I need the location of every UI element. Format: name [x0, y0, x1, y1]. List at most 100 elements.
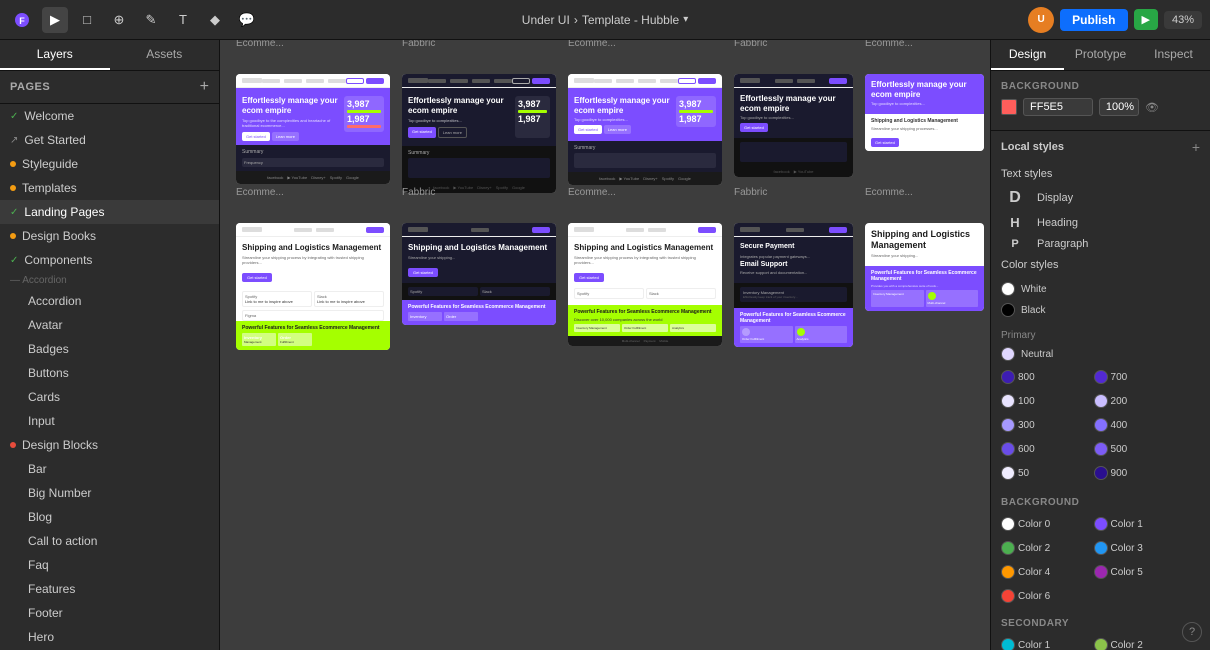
present-button[interactable]: ▶	[1134, 9, 1158, 30]
color-row-600[interactable]: 600	[1001, 440, 1091, 458]
sidebar-item-welcome[interactable]: ✓Welcome	[0, 104, 219, 128]
frame-card-9[interactable]: Secure Payment Integrates popular paymen…	[734, 223, 853, 346]
color-name-500: 500	[1111, 444, 1128, 455]
text-tool[interactable]: T	[170, 7, 196, 33]
sidebar-item-badges[interactable]: Badges	[0, 337, 219, 361]
sidebar-item-hero[interactable]: Hero	[0, 625, 219, 649]
color-row-700[interactable]: 700	[1094, 368, 1184, 386]
sidebar-item-cta[interactable]: Call to action	[0, 529, 219, 553]
dot-icon	[10, 442, 16, 448]
frame-label-9: Fabbric	[734, 187, 767, 198]
topbar-right: U Publish ▶ 43%	[696, 7, 1202, 33]
color-row-bg-4[interactable]: Color 4	[1001, 563, 1091, 581]
pages-list: ✓Welcome ↗Get Started Styleguide Templat…	[0, 104, 219, 650]
color-swatch-600	[1001, 442, 1015, 456]
visibility-icon[interactable]: 👁	[1145, 101, 1159, 114]
color-row-50[interactable]: 50	[1001, 464, 1091, 482]
sidebar-item-get-started[interactable]: ↗Get Started	[0, 128, 219, 152]
shape-tool[interactable]: ◆	[202, 7, 228, 33]
sidebar-item-cards[interactable]: Cards	[0, 385, 219, 409]
sidebar-item-landing-pages[interactable]: ✓Landing Pages	[0, 200, 219, 224]
sidebar-item-styleguide[interactable]: Styleguide	[0, 152, 219, 176]
chevron-down-icon[interactable]: ▾	[683, 14, 688, 25]
color-row-100[interactable]: 100	[1001, 392, 1091, 410]
color-row-300[interactable]: 300	[1001, 416, 1091, 434]
color-row-sec-2[interactable]: Color 2	[1094, 636, 1184, 650]
tab-layers[interactable]: Layers	[0, 40, 110, 70]
color-row-sec-1[interactable]: Color 1	[1001, 636, 1091, 650]
sidebar-item-big-number[interactable]: Big Number	[0, 481, 219, 505]
frame-card-10[interactable]: Shipping and Logistics Management Stream…	[865, 223, 984, 311]
add-page-button[interactable]: +	[200, 79, 209, 95]
pages-header: Pages +	[0, 71, 219, 104]
sidebar-item-features[interactable]: Features	[0, 577, 219, 601]
color-group-secondary: Color 1 Color 2 Color 3 Color 4	[991, 632, 1210, 650]
sidebar-item-design-books[interactable]: Design Books	[0, 224, 219, 248]
background-opacity-input[interactable]	[1099, 98, 1139, 116]
app-name[interactable]: Under UI	[522, 13, 570, 27]
background-color-swatch[interactable]	[1001, 99, 1017, 115]
sidebar-item-buttons[interactable]: Buttons	[0, 361, 219, 385]
tab-inspect[interactable]: Inspect	[1137, 40, 1210, 70]
color-row-bg-1[interactable]: Color 1	[1094, 515, 1184, 533]
template-name[interactable]: Template - Hubble	[582, 13, 679, 27]
color-row-bg-5[interactable]: Color 5	[1094, 563, 1184, 581]
sidebar-item-footer[interactable]: Footer	[0, 601, 219, 625]
help-icon[interactable]: ?	[1182, 622, 1202, 642]
sidebar-item-accordion[interactable]: Accordion	[0, 289, 219, 313]
frame-wrapper-4: Fabbric Effortlessly manage your ecom em…	[734, 56, 853, 193]
color-row-bg-6[interactable]: Color 6	[1001, 587, 1091, 605]
color-row-200[interactable]: 200	[1094, 392, 1184, 410]
color-styles-title: Color styles	[1001, 259, 1058, 271]
tab-prototype[interactable]: Prototype	[1064, 40, 1137, 70]
sidebar-item-input[interactable]: Input	[0, 409, 219, 433]
color-row-neutral[interactable]: Neutral	[1001, 345, 1200, 363]
color-row-400[interactable]: 400	[1094, 416, 1184, 434]
frame-tool[interactable]: □	[74, 7, 100, 33]
color-row-500[interactable]: 500	[1094, 440, 1184, 458]
color-swatch-700	[1094, 370, 1108, 384]
frame-card-8[interactable]: Shipping and Logistics Management Stream…	[568, 223, 722, 346]
color-swatch-sec-2	[1094, 638, 1108, 650]
frame-card-5[interactable]: Effortlessly manage your ecom empire Top…	[865, 74, 984, 151]
color-row-900[interactable]: 900	[1094, 464, 1184, 482]
app-logo[interactable]: F	[8, 6, 36, 34]
color-name-bg-4: Color 4	[1018, 567, 1050, 578]
frame-card-2[interactable]: Effortlessly manage your ecom empire Top…	[402, 74, 556, 193]
sidebar-item-components[interactable]: ✓Components	[0, 248, 219, 272]
sidebar-item-avatar[interactable]: Avatar	[0, 313, 219, 337]
sidebar-item-bar[interactable]: Bar	[0, 457, 219, 481]
frame-wrapper-1: Ecomme... Effortlessly manage your ecom …	[236, 56, 390, 193]
color-row-800[interactable]: 800	[1001, 368, 1091, 386]
background-hex-input[interactable]	[1023, 98, 1093, 116]
frame-card-6[interactable]: Shipping and Logistics Management Stream…	[236, 223, 390, 350]
publish-button[interactable]: Publish	[1060, 9, 1127, 31]
color-row-black[interactable]: Black	[1001, 301, 1200, 319]
color-row-bg-0[interactable]: Color 0	[1001, 515, 1091, 533]
text-style-heading[interactable]: H Heading	[991, 211, 1210, 234]
color-row-white[interactable]: White	[1001, 280, 1200, 298]
sidebar-item-faq[interactable]: Faq	[0, 553, 219, 577]
grid-tool[interactable]: ⊕	[106, 7, 132, 33]
sidebar-item-blog[interactable]: Blog	[0, 505, 219, 529]
select-tool[interactable]: ▶	[42, 7, 68, 33]
frame-card-1[interactable]: Effortlessly manage your ecom empire Top…	[236, 74, 390, 184]
text-style-display[interactable]: D Display	[991, 185, 1210, 211]
color-name-neutral: Neutral	[1021, 349, 1053, 360]
color-swatch-200	[1094, 394, 1108, 408]
frame-card-7[interactable]: Shipping and Logistics Management Stream…	[402, 223, 556, 325]
tab-design[interactable]: Design	[991, 40, 1064, 70]
comment-tool[interactable]: 💬	[234, 7, 260, 33]
color-row-bg-3[interactable]: Color 3	[1094, 539, 1184, 557]
frame-card-4[interactable]: Effortlessly manage your ecom empire Top…	[734, 74, 853, 177]
frame-card-3[interactable]: Effortlessly manage your ecom empire Top…	[568, 74, 722, 185]
tab-assets[interactable]: Assets	[110, 40, 220, 70]
add-style-button[interactable]: +	[1192, 139, 1200, 155]
text-style-paragraph[interactable]: P Paragraph	[991, 234, 1210, 254]
pages-title: Pages	[10, 81, 50, 93]
pen-tool[interactable]: ✎	[138, 7, 164, 33]
sidebar-item-design-blocks[interactable]: Design Blocks	[0, 433, 219, 457]
sidebar-item-templates[interactable]: Templates	[0, 176, 219, 200]
zoom-level[interactable]: 43%	[1164, 11, 1202, 29]
color-row-bg-2[interactable]: Color 2	[1001, 539, 1091, 557]
